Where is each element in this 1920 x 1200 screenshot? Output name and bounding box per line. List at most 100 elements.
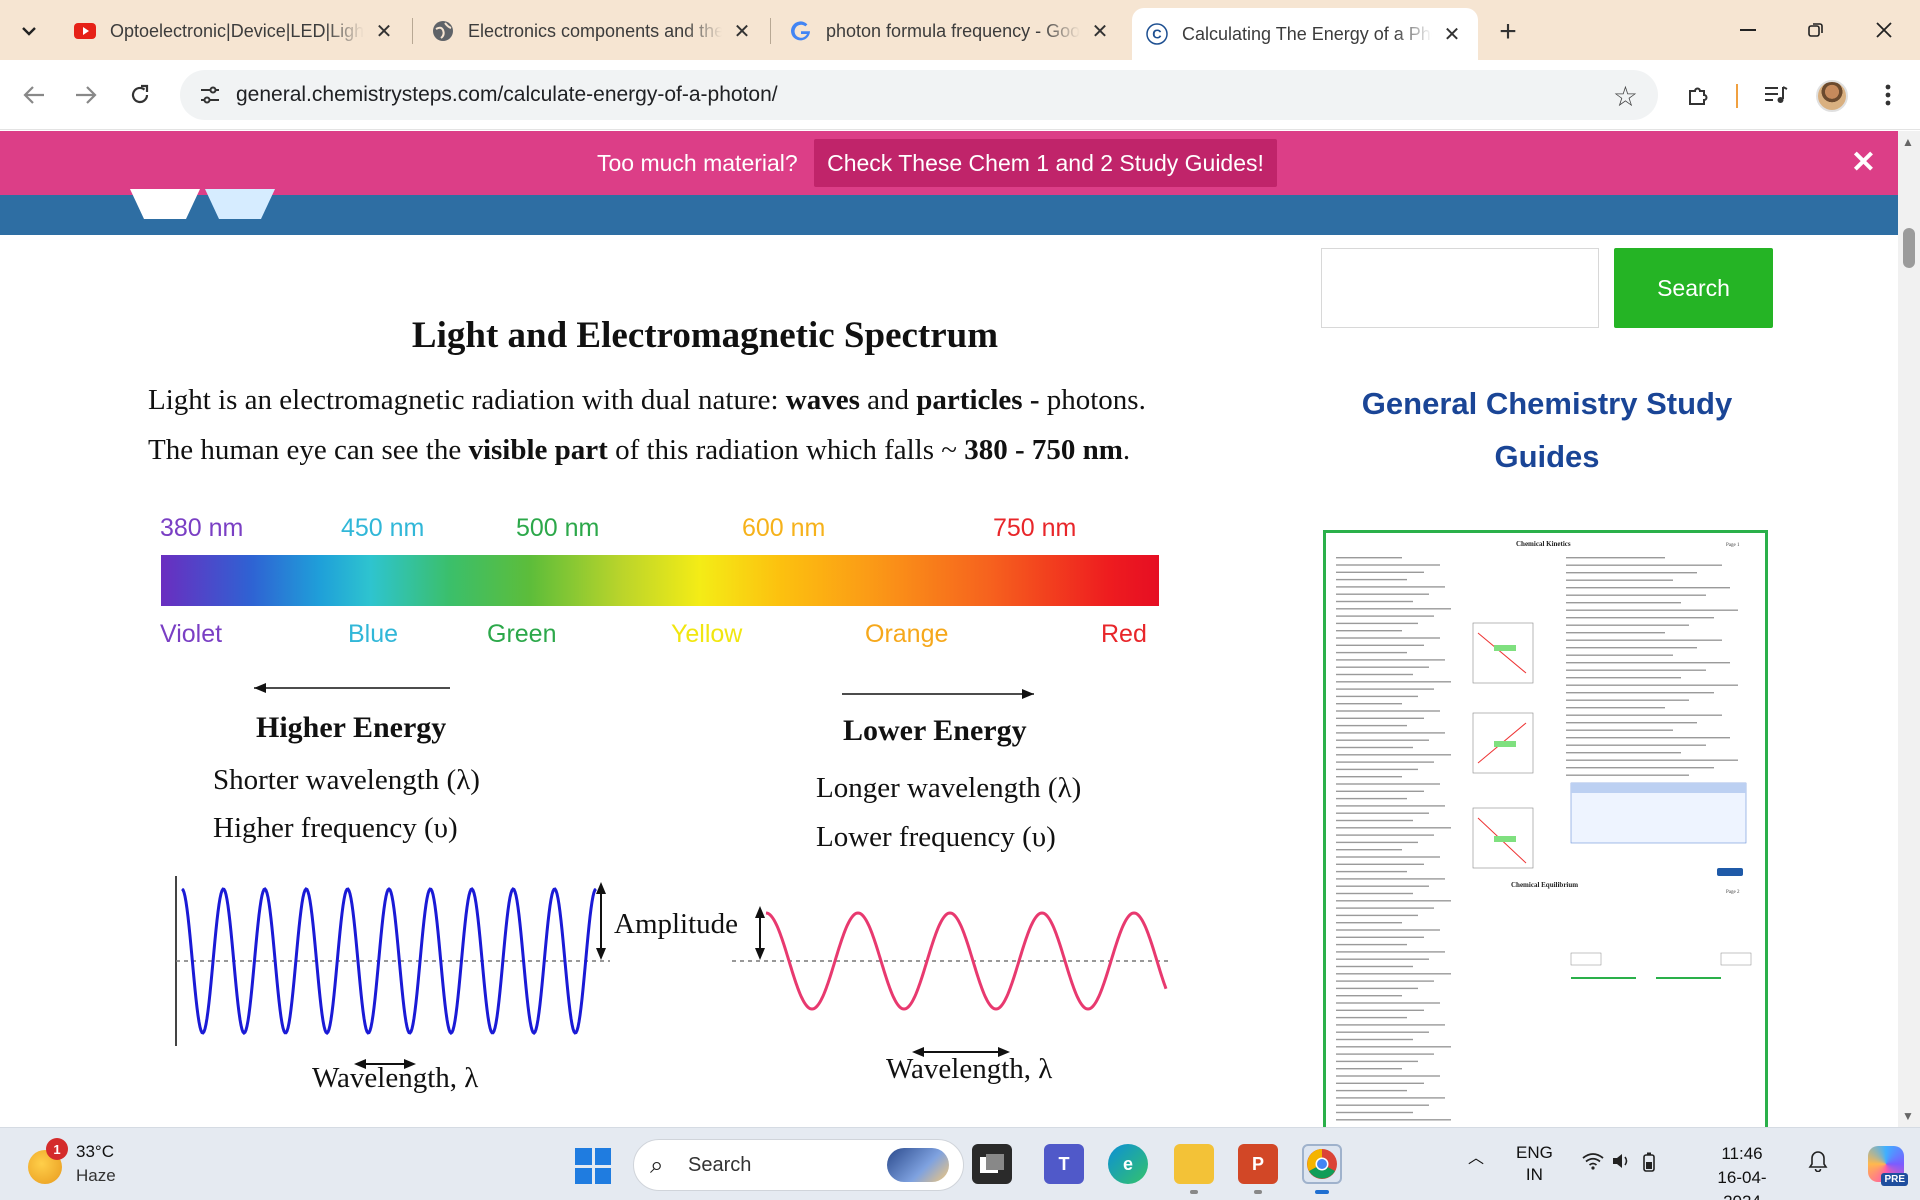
clock-date: 16-04-2024 xyxy=(1717,1168,1767,1200)
weather-description[interactable]: Haze xyxy=(76,1166,116,1186)
tab-google-search[interactable]: photon formula frequency - Google ✕ xyxy=(776,8,1126,54)
windows-taskbar: 1 33°C Haze ⌕ Search T e P ︿ ENG IN 11:4… xyxy=(0,1127,1920,1200)
minimize-button[interactable] xyxy=(1718,8,1778,52)
study-guide-thumbnail: Chemical Kinetics Page 1 Chemical Equili… xyxy=(1336,540,1752,1121)
browser-toolbar: general.chemistrysteps.com/calculate-ene… xyxy=(0,60,1920,130)
chrome-taskbar-icon[interactable] xyxy=(1302,1144,1342,1184)
wavelength-label: 500 nm xyxy=(516,514,600,542)
color-name: Red xyxy=(1101,620,1147,648)
taskbar-search[interactable]: ⌕ Search xyxy=(633,1139,964,1191)
study-guide-preview[interactable]: Chemical Kinetics Page 1 Chemical Equili… xyxy=(1323,530,1768,1127)
task-view-icon[interactable] xyxy=(972,1144,1012,1184)
wavelength-label: 380 nm xyxy=(160,514,244,542)
short-wavelength-wave xyxy=(181,887,597,1035)
scroll-thumb[interactable] xyxy=(1903,228,1915,268)
close-banner-icon[interactable]: ✕ xyxy=(1851,145,1876,180)
tab-title: Electronics components and their xyxy=(468,20,722,41)
media-control-icon[interactable] xyxy=(1758,77,1794,113)
close-tab-icon[interactable]: ✕ xyxy=(730,19,754,43)
back-arrow-icon xyxy=(23,86,44,104)
site-logo[interactable] xyxy=(130,189,200,219)
guide-text-lines-left xyxy=(1336,557,1451,1121)
web-page: Too much material? Check These Chem 1 an… xyxy=(0,131,1898,1127)
site-settings-icon[interactable] xyxy=(198,83,222,107)
copilot-icon[interactable]: PRE xyxy=(1868,1146,1908,1186)
reload-button[interactable] xyxy=(122,77,158,113)
battery-icon[interactable] xyxy=(1642,1152,1656,1177)
tab-optoelectronic[interactable]: Optoelectronic|Device|LED|Light ✕ xyxy=(60,8,410,54)
language-indicator[interactable]: ENG IN xyxy=(1516,1142,1553,1186)
study-guides-link[interactable]: Check These Chem 1 and 2 Study Guides! xyxy=(814,139,1277,187)
wavelength-label: 450 nm xyxy=(341,514,425,542)
amplitude-label: Amplitude xyxy=(614,908,739,940)
profile-avatar[interactable] xyxy=(1816,80,1848,112)
taskbar-search-label: Search xyxy=(688,1154,752,1176)
sidebar-search-input[interactable] xyxy=(1321,248,1599,328)
tab-title: Optoelectronic|Device|LED|Light xyxy=(110,20,364,41)
close-tab-icon[interactable]: ✕ xyxy=(372,19,396,43)
chrome-menu-icon[interactable] xyxy=(1870,77,1906,113)
restore-button[interactable] xyxy=(1786,8,1846,52)
guide-heading-equilibrium: Chemical Equilibrium xyxy=(1511,881,1578,889)
edge-icon[interactable]: e xyxy=(1108,1144,1148,1184)
tab-strip: Optoelectronic|Device|LED|Light ✕ Electr… xyxy=(0,0,1920,60)
address-bar[interactable]: general.chemistrysteps.com/calculate-ene… xyxy=(180,70,1658,120)
clock-time: 11:46 xyxy=(1721,1144,1763,1163)
wavelength-label-right: Wavelength, λ xyxy=(886,1053,1053,1085)
extensions-icon[interactable] xyxy=(1680,77,1716,113)
page-scrollbar[interactable]: ▲ ▼ xyxy=(1898,131,1920,1127)
wifi-icon[interactable] xyxy=(1582,1152,1604,1175)
tab-energy-of-photon[interactable]: C Calculating The Energy of a Photon ✕ xyxy=(1132,8,1478,60)
promo-banner: Too much material? Check These Chem 1 an… xyxy=(0,131,1898,195)
weather-badge: 1 xyxy=(46,1138,68,1160)
globe-icon xyxy=(432,20,454,42)
bookmark-star-icon[interactable]: ☆ xyxy=(1613,80,1638,113)
forward-arrow-icon xyxy=(76,86,97,104)
higher-energy-heading: Higher Energy xyxy=(256,711,447,744)
color-name: Yellow xyxy=(671,620,743,648)
close-window-button[interactable] xyxy=(1854,8,1914,52)
show-hidden-icons[interactable]: ︿ xyxy=(1468,1144,1484,1168)
intro-line-2: The human eye can see the visible part o… xyxy=(148,434,1131,466)
forward-button[interactable] xyxy=(68,77,104,113)
scroll-up-icon[interactable]: ▲ xyxy=(1902,135,1914,149)
search-icon: ⌕ xyxy=(650,1152,664,1179)
tab-title: Calculating The Energy of a Photon xyxy=(1182,23,1432,44)
weather-temperature[interactable]: 33°C xyxy=(76,1142,114,1162)
lower-frequency-text: Lower frequency (υ) xyxy=(816,821,1056,853)
lower-energy-heading: Lower Energy xyxy=(843,714,1027,747)
site-logo-mark xyxy=(205,189,275,219)
color-name: Blue xyxy=(348,620,399,648)
tab-title: photon formula frequency - Google xyxy=(826,20,1080,41)
volume-icon[interactable] xyxy=(1612,1152,1632,1175)
tab-electronics[interactable]: Electronics components and their ✕ xyxy=(418,8,768,54)
tab-search-button[interactable] xyxy=(10,12,48,50)
svg-text:C: C xyxy=(1152,27,1162,42)
sidebar-search-button[interactable]: Search xyxy=(1614,248,1773,328)
start-button[interactable] xyxy=(575,1148,611,1184)
file-explorer-icon[interactable] xyxy=(1174,1144,1214,1184)
close-tab-icon[interactable]: ✕ xyxy=(1440,22,1464,46)
color-name: Green xyxy=(487,620,557,648)
teams-icon[interactable]: T xyxy=(1044,1144,1084,1184)
google-icon xyxy=(790,20,812,42)
search-highlight-image xyxy=(887,1148,949,1182)
back-button[interactable] xyxy=(16,77,52,113)
reload-icon xyxy=(131,84,149,104)
close-tab-icon[interactable]: ✕ xyxy=(1088,19,1112,43)
higher-frequency-text: Higher frequency (υ) xyxy=(213,812,458,844)
wave-diagram xyxy=(175,876,1170,1069)
chevron-down-icon xyxy=(22,27,36,36)
study-guides-heading[interactable]: General Chemistry Study Guides xyxy=(1330,377,1764,483)
new-tab-button[interactable]: + xyxy=(1490,14,1526,50)
powerpoint-icon[interactable]: P xyxy=(1238,1144,1278,1184)
notification-bell-icon[interactable] xyxy=(1808,1150,1828,1177)
scroll-down-icon[interactable]: ▼ xyxy=(1902,1109,1914,1123)
guide-page-1: Page 1 xyxy=(1726,543,1740,548)
longer-wavelength-text: Longer wavelength (λ) xyxy=(816,772,1082,804)
url-text[interactable]: general.chemistrysteps.com/calculate-ene… xyxy=(236,83,778,107)
clock[interactable]: 11:46 16-04-2024 xyxy=(1700,1142,1784,1200)
color-name: Orange xyxy=(865,620,949,648)
chemistrysteps-icon: C xyxy=(1146,23,1168,45)
color-name: Violet xyxy=(160,620,223,648)
